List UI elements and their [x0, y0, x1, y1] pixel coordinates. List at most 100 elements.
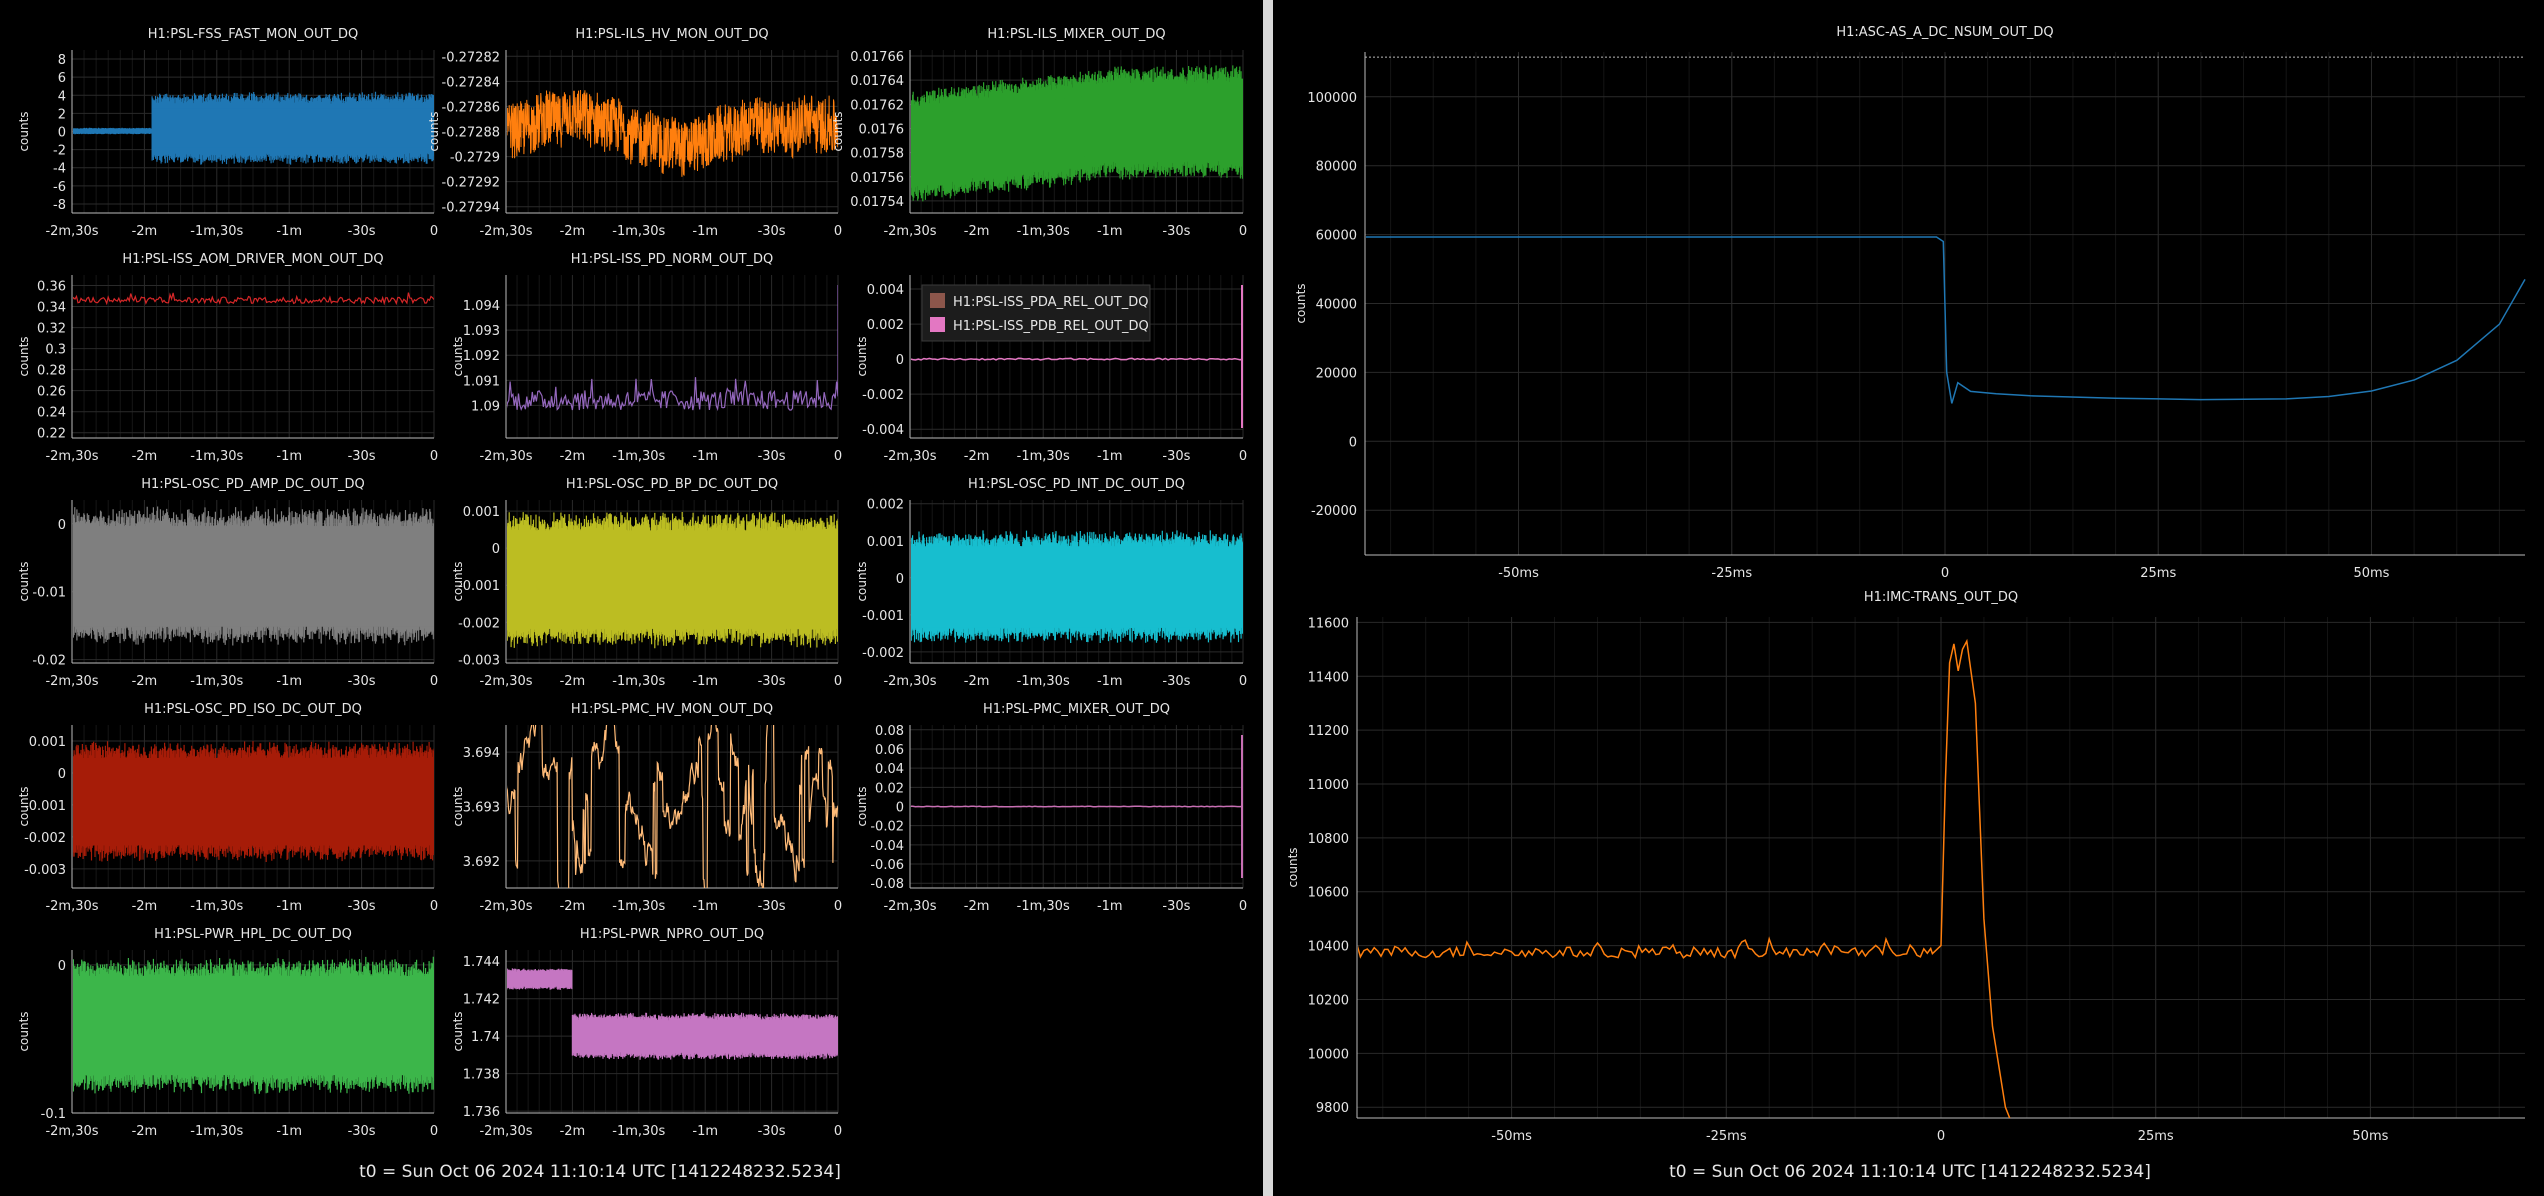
- y-tick-label: 10800: [1308, 832, 1349, 847]
- series-band: [576, 1020, 838, 1050]
- y-axis-label: counts: [855, 561, 869, 601]
- x-tick-label: 25ms: [2138, 1129, 2174, 1144]
- data-area: [73, 956, 434, 1094]
- y-tick-label: -0.27292: [442, 176, 500, 191]
- x-tick-label: -2m,30s: [45, 224, 98, 239]
- x-tick-label: 0: [1239, 899, 1247, 914]
- x-tick-label: -1m,30s: [190, 449, 243, 464]
- panel-divider[interactable]: [1263, 0, 1273, 1196]
- x-tick-label: -30s: [758, 899, 786, 914]
- y-tick-label: 1.094: [463, 299, 500, 314]
- x-tick-label: -30s: [348, 899, 376, 914]
- y-axis-label: counts: [427, 111, 441, 151]
- x-tick-label: -1m: [276, 449, 302, 464]
- series-band: [507, 530, 838, 629]
- x-tick-label: -2m: [132, 674, 158, 689]
- x-tick-label: -1m,30s: [1017, 224, 1070, 239]
- x-tick-label: -1m,30s: [1017, 899, 1070, 914]
- x-tick-label: -2m,30s: [883, 449, 936, 464]
- y-tick-label: 80000: [1316, 160, 1357, 175]
- y-tick-label: -0.001: [862, 609, 904, 624]
- y-tick-label: 0.34: [37, 301, 66, 316]
- y-axis-label: counts: [17, 561, 31, 601]
- series-band: [151, 108, 434, 148]
- y-tick-label: 3.693: [463, 801, 500, 816]
- plot-title: H1:PSL-ILS_MIXER_OUT_DQ: [987, 27, 1165, 42]
- y-tick-label: -0.004: [862, 423, 904, 438]
- y-tick-label: 0: [896, 353, 904, 368]
- x-tick-label: -2m,30s: [479, 224, 532, 239]
- x-tick-label: -1m: [276, 1124, 302, 1139]
- x-tick-label: 0: [430, 1124, 438, 1139]
- x-tick-label: 0: [834, 674, 842, 689]
- plot-title: H1:PSL-PMC_HV_MON_OUT_DQ: [571, 702, 773, 717]
- y-axis-label: counts: [1294, 283, 1308, 323]
- legend-swatch: [930, 293, 945, 308]
- x-tick-label: -2m,30s: [883, 224, 936, 239]
- x-tick-label: -30s: [758, 449, 786, 464]
- y-tick-label: 1.093: [463, 324, 500, 339]
- y-tick-label: 0.001: [463, 505, 500, 520]
- y-tick-label: -0.27284: [442, 75, 500, 90]
- x-tick-label: -30s: [1162, 224, 1190, 239]
- left-footer-t0: t0 = Sun Oct 06 2024 11:10:14 UTC [14122…: [359, 1162, 841, 1182]
- y-tick-label: -0.27288: [442, 126, 500, 141]
- series-band: [507, 972, 569, 986]
- y-tick-label: 0.26: [37, 385, 66, 400]
- x-tick-label: -2m: [132, 899, 158, 914]
- x-tick-label: -1m: [276, 224, 302, 239]
- series-band: [73, 757, 434, 846]
- y-axis-label: counts: [17, 336, 31, 376]
- y-tick-label: -0.01: [32, 586, 66, 601]
- y-tick-label: 0.0176: [859, 122, 905, 137]
- y-tick-label: 0.32: [37, 322, 66, 337]
- x-tick-label: -2m: [964, 674, 990, 689]
- x-tick-label: -30s: [1162, 449, 1190, 464]
- x-tick-label: 50ms: [2353, 566, 2389, 581]
- x-tick-label: -1m: [692, 1124, 718, 1139]
- plot-title: H1:PSL-PWR_HPL_DC_OUT_DQ: [154, 927, 352, 942]
- y-tick-label: 40000: [1316, 298, 1357, 313]
- y-tick-label: 8: [58, 53, 66, 68]
- y-tick-label: 0.36: [37, 280, 66, 295]
- plot-title: H1:PSL-FSS_FAST_MON_OUT_DQ: [148, 27, 358, 42]
- y-tick-label: 4: [58, 89, 66, 104]
- y-tick-label: 1.738: [463, 1068, 500, 1083]
- series-band: [73, 526, 434, 627]
- x-tick-label: -30s: [758, 224, 786, 239]
- y-tick-label: 0.06: [875, 743, 904, 758]
- x-tick-label: -2m: [560, 899, 586, 914]
- y-tick-label: -0.27286: [442, 100, 500, 115]
- y-tick-label: 2: [58, 107, 66, 122]
- right-footer-t0: t0 = Sun Oct 06 2024 11:10:14 UTC [14122…: [1669, 1162, 2151, 1182]
- y-tick-label: 11600: [1308, 616, 1349, 631]
- x-tick-label: -30s: [348, 1124, 376, 1139]
- y-tick-label: -0.003: [458, 653, 500, 668]
- x-tick-label: -2m: [132, 224, 158, 239]
- x-tick-label: -1m: [276, 674, 302, 689]
- x-tick-label: -1m,30s: [190, 224, 243, 239]
- y-tick-label: -0.08: [870, 877, 904, 892]
- plot-title: H1:PSL-OSC_PD_BP_DC_OUT_DQ: [566, 477, 778, 492]
- x-tick-label: -2m: [132, 449, 158, 464]
- y-tick-label: 0.01754: [850, 195, 904, 210]
- y-axis-label: counts: [17, 111, 31, 151]
- y-tick-label: 10600: [1308, 886, 1349, 901]
- x-tick-label: 0: [430, 449, 438, 464]
- plot-title: H1:PSL-PMC_MIXER_OUT_DQ: [983, 702, 1170, 717]
- y-tick-label: 0.02: [875, 781, 904, 796]
- y-axis-label: counts: [855, 786, 869, 826]
- y-tick-label: 6: [58, 71, 66, 86]
- x-tick-label: -1m: [692, 899, 718, 914]
- x-tick-label: -2m,30s: [45, 674, 98, 689]
- y-tick-label: -0.1: [41, 1107, 66, 1122]
- x-tick-label: -1m,30s: [190, 674, 243, 689]
- y-tick-label: -8: [53, 198, 66, 213]
- x-tick-label: 0: [1239, 674, 1247, 689]
- y-tick-label: 1.09: [471, 399, 500, 414]
- y-tick-label: -20000: [1311, 504, 1357, 519]
- y-tick-label: -0.001: [24, 799, 66, 814]
- x-tick-label: -30s: [758, 674, 786, 689]
- y-tick-label: -0.002: [862, 388, 904, 403]
- y-tick-label: 11200: [1308, 724, 1349, 739]
